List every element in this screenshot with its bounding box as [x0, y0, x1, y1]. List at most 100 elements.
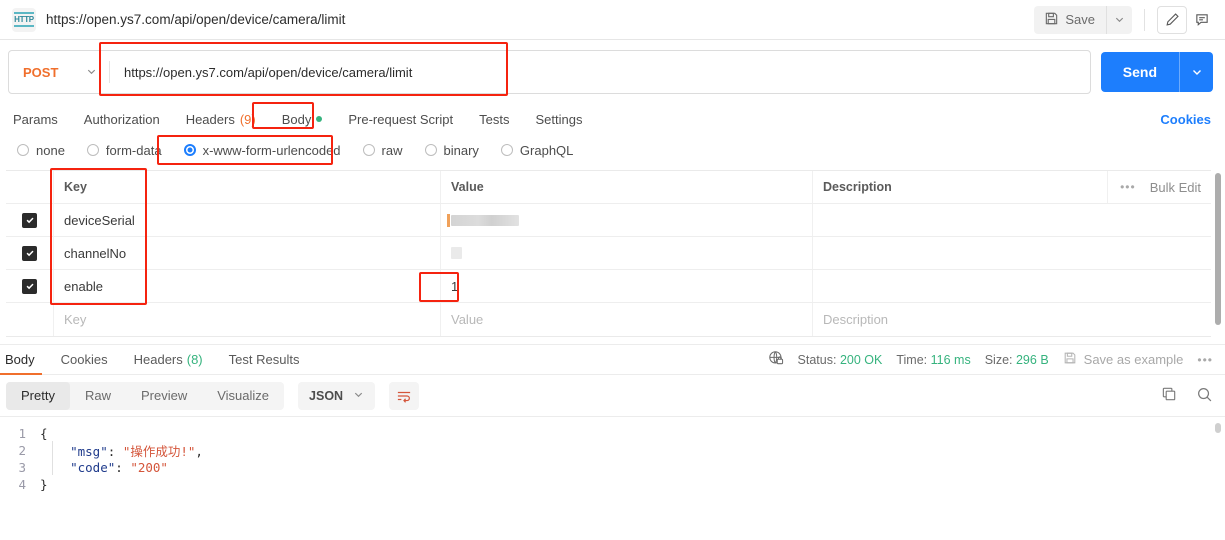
column-header-description: Description [823, 180, 892, 194]
row-value[interactable] [441, 237, 813, 269]
row-description[interactable] [813, 204, 1211, 236]
row-key[interactable]: deviceSerial [54, 204, 441, 236]
code-line: 1 { [0, 425, 1225, 442]
tab-headers-count: (9) [239, 111, 256, 127]
response-more-ellipsis-icon[interactable]: ••• [1197, 353, 1213, 367]
response-tab-test-results-label: Test Results [228, 352, 300, 367]
code-line: 3 "code": "200" [0, 459, 1225, 476]
row-description[interactable] [813, 270, 1211, 302]
params-table-scrollbar[interactable] [1215, 173, 1221, 325]
row-key[interactable]: enable [54, 270, 441, 302]
radio-x-www-form-urlencoded-icon [183, 144, 196, 156]
radio-form-data-label: form-data [105, 142, 162, 158]
response-view-modes: Pretty Raw Preview Visualize [6, 381, 285, 410]
row-key[interactable]: channelNo [54, 237, 441, 269]
tab-authorization[interactable]: Authorization [71, 104, 173, 134]
tab-pre-request-script[interactable]: Pre-request Script [335, 104, 466, 134]
placeholder-value[interactable]: Value [441, 303, 813, 336]
word-wrap-icon[interactable] [389, 381, 420, 410]
table-row: deviceSerial [6, 204, 1211, 237]
radio-binary[interactable]: binary [414, 143, 490, 158]
save-as-example-label: Save as example [1083, 352, 1184, 367]
indent-guide [52, 441, 53, 475]
response-tab-test-results[interactable]: Test Results [216, 345, 313, 375]
tab-settings[interactable]: Settings [522, 104, 595, 134]
radio-x-www-form-urlencoded[interactable]: x-www-form-urlencoded [173, 143, 352, 158]
cookies-link[interactable]: Cookies [1160, 112, 1213, 127]
radio-none[interactable]: none [6, 143, 76, 158]
json-comma: , [195, 444, 203, 459]
bulk-edit-button[interactable]: Bulk Edit [1150, 180, 1201, 195]
send-button[interactable]: Send [1101, 52, 1179, 92]
search-icon[interactable] [1196, 386, 1213, 406]
response-tab-cookies[interactable]: Cookies [48, 345, 121, 375]
table-row: channelNo [6, 237, 1211, 270]
line-number: 1 [18, 426, 26, 441]
row-checkbox[interactable] [22, 278, 37, 294]
time-label: Time: [896, 352, 928, 367]
row-checkbox[interactable] [22, 212, 37, 228]
view-mode-visualize[interactable]: Visualize [202, 382, 284, 410]
redacted-value-icon [451, 247, 462, 259]
time-badge: Time: 116 ms [896, 353, 970, 367]
row-value[interactable]: 1 [441, 270, 813, 302]
pencil-icon[interactable] [1157, 5, 1187, 34]
tab-settings-label: Settings [535, 111, 583, 127]
line-number: 3 [18, 460, 26, 475]
radio-raw-label: raw [381, 142, 403, 158]
code-line-text: { [40, 426, 48, 441]
status-badge: Status: 200 OK [798, 353, 883, 367]
tab-params-label: Params [13, 111, 58, 127]
row-description[interactable] [813, 237, 1211, 269]
placeholder-description[interactable]: Description [813, 303, 1211, 336]
response-format-select[interactable]: JSON [298, 381, 376, 410]
comment-icon[interactable] [1187, 6, 1217, 34]
radio-none-icon [17, 144, 29, 156]
row-checkbox[interactable] [22, 245, 37, 261]
radio-binary-label: binary [443, 142, 479, 158]
response-tab-body[interactable]: Body [0, 345, 48, 375]
body-modified-dot-icon [316, 116, 323, 122]
save-dropdown-caret[interactable] [1106, 5, 1132, 34]
url-input[interactable] [110, 51, 1090, 93]
row-checkbox-cell [6, 204, 54, 236]
tab-body[interactable]: Body [269, 104, 336, 134]
row-value[interactable] [441, 204, 813, 236]
radio-graphql-label: GraphQL [519, 142, 574, 158]
view-mode-raw[interactable]: Raw [70, 382, 126, 410]
radio-graphql[interactable]: GraphQL [490, 143, 584, 158]
tab-tests[interactable]: Tests [466, 104, 522, 134]
tab-tests-label: Tests [479, 111, 510, 127]
topbar-divider [1144, 8, 1145, 31]
chevron-down-icon [353, 388, 364, 403]
radio-form-data[interactable]: form-data [76, 143, 173, 158]
line-number: 4 [18, 477, 26, 492]
save-as-example-button[interactable]: Save as example [1063, 351, 1184, 368]
ellipsis-icon[interactable]: ••• [1120, 180, 1136, 194]
tab-headers[interactable]: Headers (9) [173, 104, 269, 134]
radio-none-label: none [36, 142, 65, 158]
response-tab-headers[interactable]: Headers (8) [121, 345, 216, 375]
http-method-select[interactable]: POST [9, 51, 109, 93]
response-body-viewer[interactable]: 1 { 2 "msg": "操作成功!", 3 "code": "200" 4 … [0, 416, 1225, 536]
send-dropdown-caret[interactable] [1179, 52, 1213, 92]
window-topbar: HTTP https://open.ys7.com/api/open/devic… [0, 0, 1225, 40]
table-header-row: Key Value Description ••• Bulk Edit [6, 171, 1211, 204]
body-type-radio-group: none form-data x-www-form-urlencoded raw… [0, 134, 1225, 166]
view-mode-pretty[interactable]: Pretty [6, 381, 70, 410]
save-button-group: Save [1034, 5, 1132, 34]
response-tab-body-label: Body [5, 352, 35, 367]
json-value: "操作成功!" [122, 444, 196, 459]
save-button[interactable]: Save [1034, 6, 1106, 34]
tab-params[interactable]: Params [0, 104, 71, 134]
copy-icon[interactable] [1161, 386, 1178, 406]
placeholder-key[interactable]: Key [54, 303, 441, 336]
size-label: Size: [984, 352, 1013, 367]
radio-raw[interactable]: raw [352, 143, 414, 158]
code-line: 2 "msg": "操作成功!", [0, 442, 1225, 459]
view-mode-preview[interactable]: Preview [126, 382, 202, 410]
response-body-scrollbar[interactable] [1215, 423, 1221, 433]
header-check-cell [6, 171, 54, 203]
radio-raw-icon [362, 144, 375, 156]
size-value: 296 B [1015, 352, 1049, 367]
